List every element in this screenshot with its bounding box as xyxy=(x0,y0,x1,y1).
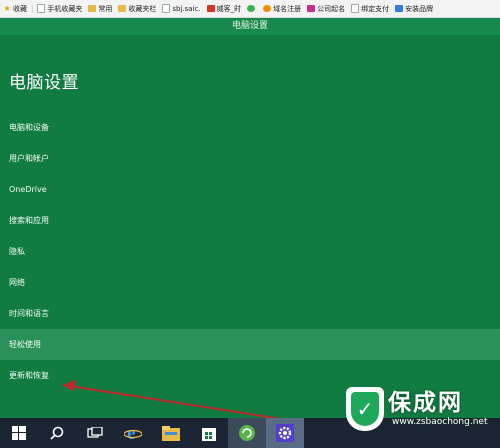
file-explorer-icon xyxy=(162,425,180,441)
settings-nav: 电脑和设备 用户和帐户 OneDrive 搜索和应用 隐私 网络 时间和语言 轻… xyxy=(0,112,500,391)
internet-explorer-button[interactable]: e xyxy=(114,418,152,448)
watermark-url: www.zsbaochong.net xyxy=(392,417,488,427)
internet-explorer-icon: e xyxy=(124,424,142,442)
task-view-icon xyxy=(87,427,103,438)
bookmark-item[interactable]: 威客_时 xyxy=(204,0,245,17)
orange-site-icon xyxy=(263,5,272,12)
nav-item-accounts[interactable]: 用户和帐户 xyxy=(0,143,500,174)
store-icon xyxy=(202,428,216,441)
bookmark-item[interactable]: 域名注册 xyxy=(260,0,304,17)
bookmark-item[interactable]: sbj.saic. xyxy=(159,0,203,17)
page-title: 电脑设置 xyxy=(9,73,79,93)
nav-item-ease-of-access[interactable]: 轻松使用 xyxy=(0,329,500,360)
start-button[interactable] xyxy=(0,418,38,448)
red-site-icon xyxy=(206,5,215,12)
folder-icon xyxy=(88,5,97,12)
nav-item-search-and-apps[interactable]: 搜索和应用 xyxy=(0,205,500,236)
bookmark-item[interactable] xyxy=(244,0,260,17)
purple-site-icon xyxy=(307,5,316,12)
bookmark-favorites[interactable]: ★ 收藏 xyxy=(0,0,30,17)
nav-item-onedrive[interactable]: OneDrive xyxy=(0,174,500,205)
settings-app-button[interactable] xyxy=(266,418,304,448)
site-watermark: ✓ 保成网 www.zsbaochong.net xyxy=(346,381,496,443)
bookmark-item[interactable]: 安装品牌 xyxy=(392,0,436,17)
search-icon xyxy=(50,426,64,440)
doc-icon xyxy=(351,4,360,13)
settings-gear-icon xyxy=(276,424,294,442)
doc-icon xyxy=(37,4,46,13)
bookmark-item[interactable]: 收藏夹栏 xyxy=(115,0,159,17)
nav-item-time-and-language[interactable]: 时间和语言 xyxy=(0,298,500,329)
nav-item-network[interactable]: 网络 xyxy=(0,267,500,298)
window-title-bar: 电脑设置 xyxy=(0,18,500,35)
svg-text:e: e xyxy=(127,424,135,442)
bookmark-item[interactable]: 手机收藏夹 xyxy=(34,0,85,17)
watermark-text: 保成网 xyxy=(388,390,463,416)
doc-icon xyxy=(162,4,171,13)
refresh-app-icon xyxy=(239,425,255,441)
search-button[interactable] xyxy=(38,418,76,448)
folder-icon xyxy=(118,5,127,12)
file-explorer-button[interactable] xyxy=(152,418,190,448)
refresh-app-button[interactable] xyxy=(228,418,266,448)
star-icon: ★ xyxy=(3,3,11,13)
window-title: 电脑设置 xyxy=(231,21,268,31)
green-site-icon xyxy=(247,5,256,12)
task-view-button[interactable] xyxy=(76,418,114,448)
bookmark-item[interactable]: 常用 xyxy=(85,0,115,17)
bookmarks-bar: ★ 收藏 | 手机收藏夹 常用 收藏夹栏 sbj.saic. 威客_时 域名注册 … xyxy=(0,0,500,18)
blue-site-icon xyxy=(395,5,404,12)
nav-item-privacy[interactable]: 隐私 xyxy=(0,236,500,267)
shield-logo-icon: ✓ xyxy=(346,387,384,431)
settings-pane: 电脑设置 电脑和设备 用户和帐户 OneDrive 搜索和应用 隐私 网络 时间… xyxy=(0,35,500,418)
nav-item-pc-and-devices[interactable]: 电脑和设备 xyxy=(0,112,500,143)
bookmark-item[interactable]: 公司起名 xyxy=(304,0,348,17)
bookmark-item[interactable]: 绑定支付 xyxy=(348,0,392,17)
store-button[interactable] xyxy=(190,418,228,448)
windows-logo-icon xyxy=(12,426,26,440)
